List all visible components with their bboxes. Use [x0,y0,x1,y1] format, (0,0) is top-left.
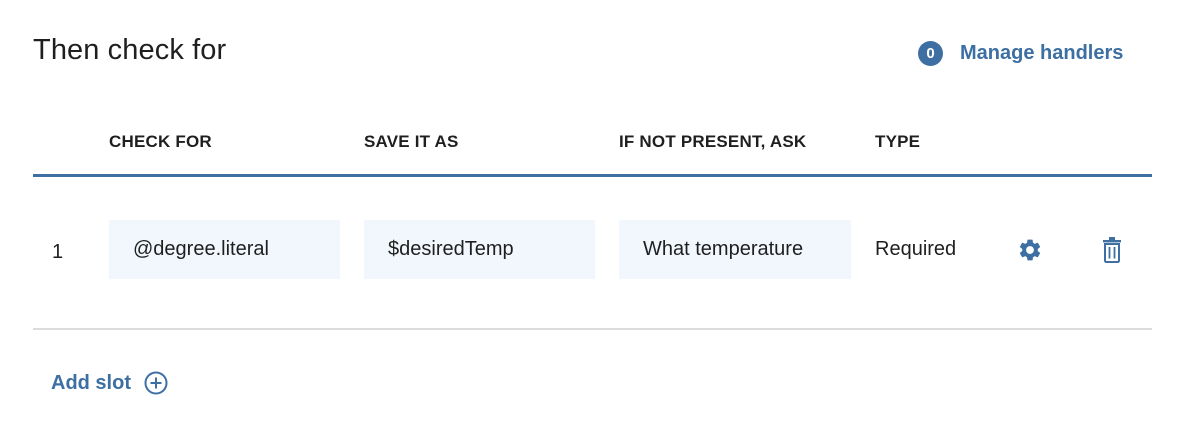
gear-icon [1019,239,1041,261]
save-as-field[interactable]: $desiredTemp [364,220,595,279]
section-title: Then check for [33,34,227,66]
row-divider [33,328,1152,330]
add-slot-label: Add slot [51,371,131,394]
slot-settings-button[interactable] [1016,236,1044,264]
delete-slot-button[interactable] [1100,236,1124,264]
column-header-check-for: CHECK FOR [109,132,212,151]
prompt-field[interactable]: What temperature [619,220,851,279]
check-for-field[interactable]: @degree.literal [109,220,340,279]
column-header-type: TYPE [875,132,921,151]
header-divider [33,174,1152,177]
handlers-count-badge: 0 [918,41,943,66]
column-header-save-it-as: SAVE IT AS [364,132,459,151]
add-slot-button[interactable]: Add slot [51,371,168,395]
trash-icon [1103,237,1121,263]
column-header-if-not-present: IF NOT PRESENT, ASK [619,132,807,151]
row-number: 1 [52,241,64,263]
manage-handlers-label: Manage handlers [960,42,1124,64]
plus-circle-icon [144,371,168,395]
slot-type-selector[interactable]: Required [875,238,956,261]
manage-handlers-link[interactable]: 0 Manage handlers [918,41,1123,66]
